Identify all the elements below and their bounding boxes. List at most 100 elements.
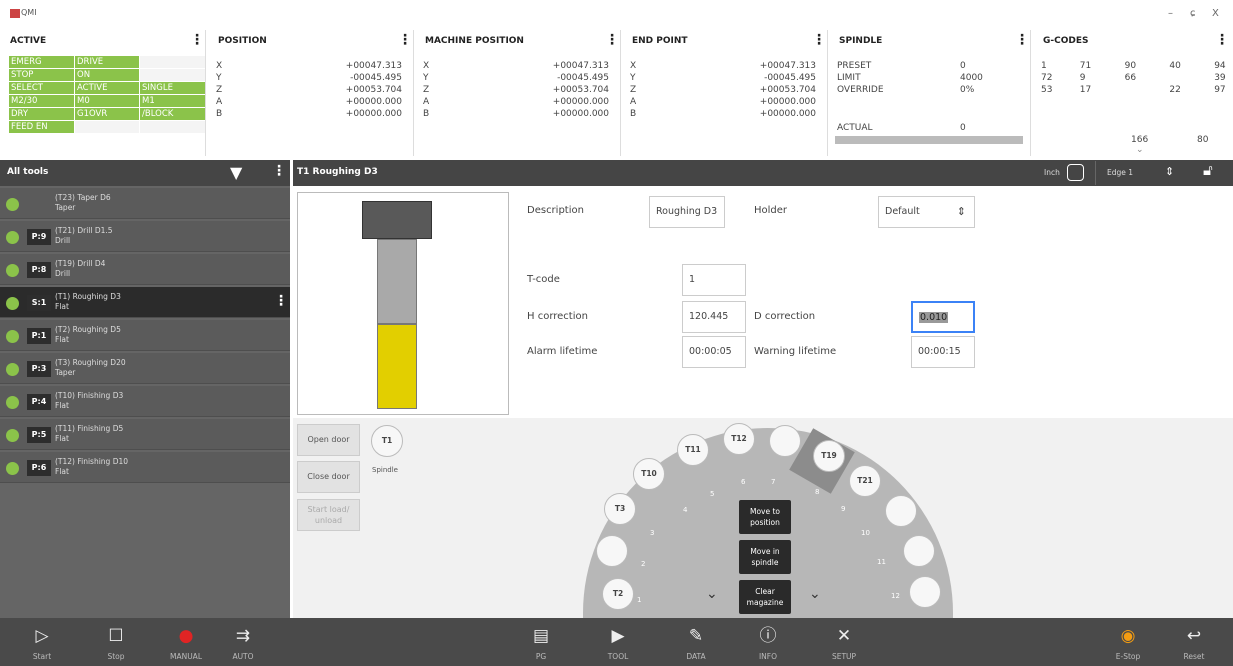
reset-button[interactable]: ↩ Reset — [1164, 618, 1224, 666]
axis-label: B — [630, 109, 637, 119]
close-door-button[interactable]: Close door — [297, 461, 360, 493]
axis-label: X — [423, 61, 430, 71]
d-correction-field[interactable]: 0.010 — [911, 301, 975, 333]
tool-item[interactable]: P:3 (T3) Roughing D20 Taper — [0, 353, 290, 384]
tcode-field[interactable]: 1 — [682, 264, 746, 296]
magazine-slot[interactable]: T11 — [677, 434, 709, 466]
start-button[interactable]: ▷ Start — [12, 618, 72, 666]
magazine-slot[interactable] — [596, 535, 628, 567]
tool-item[interactable]: P:9 (T21) Drill D1.5 Drill — [0, 221, 290, 252]
tool-title: (T19) Drill D4 — [55, 259, 106, 268]
app-logo-icon — [10, 9, 20, 18]
clear-magazine-button[interactable]: Clear magazine — [739, 580, 791, 614]
tool-preview — [297, 192, 509, 415]
edge-select[interactable]: Edge 1 ⇕ — [1095, 161, 1175, 185]
warning-lifetime-field[interactable]: 00:00:15 — [911, 336, 975, 368]
close-button[interactable]: X — [1212, 8, 1219, 19]
h-correction-field[interactable]: 120.445 — [682, 301, 746, 333]
magazine-slot[interactable] — [885, 495, 917, 527]
slot-number: 1 — [637, 596, 642, 604]
tool-item[interactable]: P:1 (T2) Roughing D5 Flat — [0, 320, 290, 351]
tool-item[interactable]: S:1 (T1) Roughing D3 Flat ⋮ — [0, 287, 290, 318]
tool-item[interactable]: (T23) Taper D6 Taper — [0, 188, 290, 219]
magazine-slot[interactable] — [909, 576, 941, 608]
axis-value: +00000.000 — [759, 109, 816, 119]
axis-value: +00047.313 — [345, 61, 402, 71]
open-door-button[interactable]: Open door — [297, 424, 360, 456]
tool-detail-header: T1 Roughing D3 Inch Edge 1 ⇕ 🔓︎ — [293, 160, 1233, 186]
tool-title: (T23) Taper D6 — [55, 193, 111, 202]
stop-icon: ☐ — [108, 626, 124, 646]
tool-item[interactable]: P:8 (T19) Drill D4 Drill — [0, 254, 290, 285]
position-panel: POSITION ⋮ X +00047.313 Y -00045.495 Z +00053… — [208, 30, 414, 156]
data-button[interactable]: ✎ DATA — [666, 618, 726, 666]
auto-button[interactable]: ⇉ AUTO — [213, 618, 273, 666]
tool-position-badge: P:6 — [27, 460, 51, 476]
end-point-menu-icon[interactable]: ⋮ — [812, 33, 826, 47]
alarm-lifetime-field[interactable]: 00:00:05 — [682, 336, 746, 368]
tool-list-menu-icon[interactable]: ⋮ — [272, 163, 286, 179]
app-title: QMI — [21, 8, 37, 17]
gcodes-menu-icon[interactable]: ⋮ — [1215, 33, 1229, 47]
move-to-position-button[interactable]: Move to position — [739, 500, 791, 534]
spindle-actual-label: ACTUAL — [837, 123, 873, 133]
magazine-slot[interactable]: T3 — [604, 493, 636, 525]
active-cell: EMERG — [9, 56, 74, 68]
chevron-down-icon[interactable]: ⌄ — [706, 586, 718, 602]
holder-select[interactable]: Default ⇕ — [878, 196, 975, 228]
estop-button[interactable]: ◉ E-Stop — [1098, 618, 1158, 666]
spindle-label: OVERRIDE — [837, 85, 884, 95]
magazine-slot[interactable] — [903, 535, 935, 567]
magazine-slot[interactable]: T21 — [849, 465, 881, 497]
magazine-slot[interactable] — [769, 425, 801, 457]
active-menu-icon[interactable]: ⋮ — [190, 33, 204, 47]
tool-item-menu-icon[interactable]: ⋮ — [274, 293, 288, 309]
description-field[interactable]: Roughing D3 — [649, 196, 725, 228]
tool-button[interactable]: ▶ TOOL — [588, 618, 648, 666]
tool-type: Flat — [55, 401, 69, 410]
tool-item[interactable]: P:4 (T10) Finishing D3 Flat — [0, 386, 290, 417]
stop-button[interactable]: ☐ Stop — [86, 618, 146, 666]
info-button[interactable]: ⓘ INFO — [738, 618, 798, 666]
magazine-slot[interactable]: T12 — [723, 423, 755, 455]
minimize-button[interactable]: – — [1168, 8, 1173, 19]
gcode-value: 22 — [1169, 85, 1181, 95]
start-label: Start — [32, 652, 52, 661]
chevron-down-icon[interactable]: ⌄ — [809, 586, 821, 602]
start-load-unload-button[interactable]: Start load/ unload — [297, 499, 360, 531]
gcode-value: 72 — [1041, 73, 1053, 83]
machine-position-menu-icon[interactable]: ⋮ — [605, 33, 619, 47]
active-cell: SINGLE — [140, 82, 205, 94]
spindle-tool-slot[interactable]: T1 — [371, 425, 403, 457]
slot-number: 3 — [650, 529, 655, 537]
tool-name: (T19) Drill D4 Drill — [55, 259, 105, 279]
axis-value: -00045.495 — [350, 73, 402, 83]
active-cell: FEED EN — [9, 121, 74, 133]
filter-icon[interactable]: ▼ — [230, 163, 242, 182]
tool-item[interactable]: P:6 (T12) Finishing D10 Flat — [0, 452, 290, 483]
move-in-spindle-button[interactable]: Move in spindle — [739, 540, 791, 574]
axis-value: +00053.704 — [552, 85, 609, 95]
inch-checkbox[interactable] — [1067, 164, 1084, 181]
axis-label: Z — [216, 85, 223, 95]
magazine-slot[interactable]: T10 — [633, 458, 665, 490]
tool-item[interactable]: P:5 (T11) Finishing D5 Flat — [0, 419, 290, 450]
unlock-icon[interactable]: 🔓︎ — [1203, 161, 1213, 179]
setup-button[interactable]: ✕ SETUP — [814, 618, 874, 666]
magazine-slot[interactable]: T2 — [602, 578, 634, 610]
manual-button[interactable]: ● MANUAL — [156, 618, 216, 666]
tool-title: (T2) Roughing D5 — [55, 325, 121, 334]
spindle-menu-icon[interactable]: ⋮ — [1015, 33, 1029, 47]
maximize-button[interactable]: ɕ — [1190, 8, 1196, 19]
tool-name: (T12) Finishing D10 Flat — [55, 457, 128, 477]
slot-number: 2 — [641, 560, 646, 568]
active-cell: M1 — [140, 95, 205, 107]
chevron-down-icon[interactable]: ⌄ — [1136, 145, 1144, 155]
position-menu-icon[interactable]: ⋮ — [398, 33, 412, 47]
spindle-actual-value: 0 — [960, 123, 966, 133]
magazine-slot[interactable]: T19 — [813, 440, 845, 472]
footer-bar: ▷ Start ☐ Stop ● MANUAL ⇉ AUTO ▤ PG ▶ TOOL ✎ DA… — [0, 618, 1233, 666]
pg-button[interactable]: ▤ PG — [511, 618, 571, 666]
manual-icon: ● — [178, 626, 194, 646]
axis-value: +00000.000 — [759, 97, 816, 107]
